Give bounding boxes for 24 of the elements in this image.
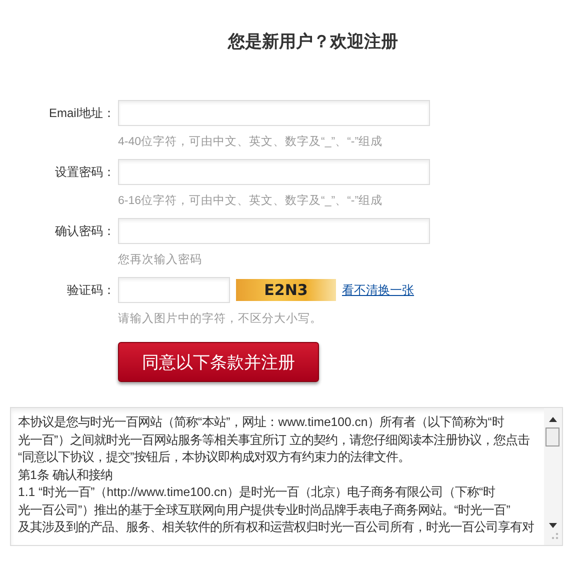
agreement-text: 本协议是您与时光一百网站（简称“本站”，网址：www.time100.cn）所有者（以下简称为“时 xyxy=(18,414,505,431)
captcha-image: E2N3 xyxy=(236,279,336,301)
agreement-text: 第1条 确认和接纳 xyxy=(18,466,114,484)
input-field[interactable] xyxy=(118,218,430,244)
input-field[interactable] xyxy=(118,159,430,185)
refresh-captcha-link[interactable]: 看不清换一张 xyxy=(342,282,414,298)
register-button[interactable]: 同意以下条款并注册 xyxy=(118,342,319,382)
agreement-text: 光一百公司”）推出的基于全球互联网向用户提供专业时尚品牌手表电子商务网站。“时光一百” xyxy=(18,502,512,518)
agreement-text: 光一百”）之间就时光一百网站服务等相关事宜所订 立的契约，请您仔细阅读本注册协议，您点击 xyxy=(18,432,531,448)
input-field[interactable] xyxy=(118,100,430,126)
agreement-text: 及其涉及到的产品、服务、相关软件的所有权和运营权归时光一百公司所有，时光一百公司享有对 xyxy=(18,519,535,536)
agreement-textarea[interactable] xyxy=(10,407,563,546)
field-hint: 您再次输入密码 xyxy=(118,252,203,268)
field-hint: 请输入图片中的字符，不区分大小写。 xyxy=(118,311,323,327)
input-field[interactable] xyxy=(118,277,230,303)
page-title: 您是新用户？欢迎注册 xyxy=(228,31,398,53)
agreement-text: “同意以下协议，提交”按钮后，本协议即构成对双方有约束力的法律文件。 xyxy=(18,449,412,466)
field-label: 设置密码： xyxy=(54,164,115,180)
agreement-text: 1.1 “时光一百”（http://www.time100.cn）是时光一百（北京）电子商务有限公司（下称“时 xyxy=(18,484,496,501)
field-hint: 4-40位字符，可由中文、英文、数字及“_”、“-”组成 xyxy=(118,134,384,150)
field-label: Email地址： xyxy=(48,104,115,122)
field-label: 确认密码： xyxy=(54,222,115,240)
field-label: 验证码： xyxy=(66,282,115,298)
field-hint: 6-16位字符，可由中文、英文、数字及“_”、“-”组成 xyxy=(118,193,384,209)
